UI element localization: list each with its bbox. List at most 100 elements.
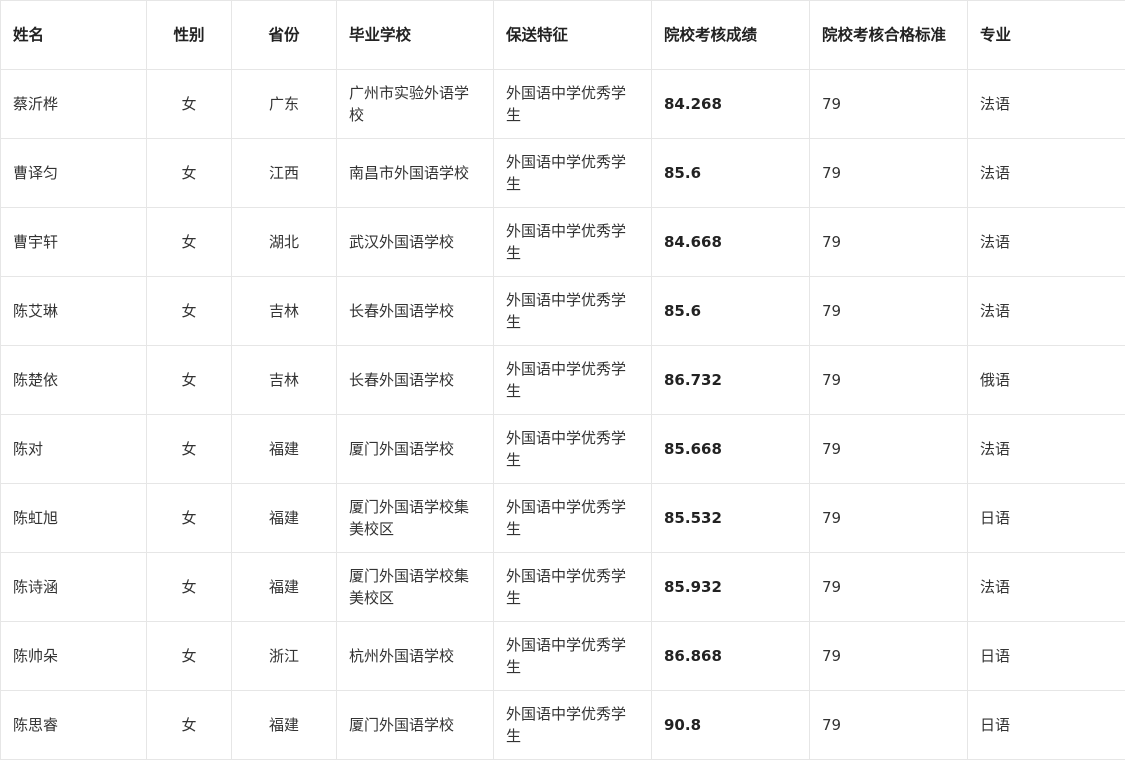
table-row: 陈虹旭女福建 厦门外国语学校集美校区 外国语中学优秀学生 85.532 79 日语 [0, 483, 1125, 553]
cell-recommendation-type: 外国语中学优秀学生 [493, 552, 652, 622]
table-header: 姓名 性别 省份 毕业学校 保送特征 院校考核成绩 院校考核合格标准 专业 [0, 0, 1125, 70]
column-header-gender: 性别 [146, 0, 232, 70]
cell-province: 福建 [231, 690, 337, 760]
cell-recommendation-type: 外国语中学优秀学生 [493, 276, 652, 346]
cell-major: 法语 [967, 69, 1125, 139]
header-row: 姓名 性别 省份 毕业学校 保送特征 院校考核成绩 院校考核合格标准 专业 [0, 0, 1125, 70]
cell-exam-score: 90.8 [651, 690, 810, 760]
cell-major: 日语 [967, 483, 1125, 553]
table-row: 陈帅朵女浙江 杭州外国语学校 外国语中学优秀学生 86.868 79 日语 [0, 621, 1125, 691]
cell-recommendation-type: 外国语中学优秀学生 [493, 690, 652, 760]
cell-gender: 女 [146, 621, 232, 691]
cell-school: 武汉外国语学校 [336, 207, 494, 277]
cell-gender: 女 [146, 690, 232, 760]
table-row: 陈思睿女福建 厦门外国语学校 外国语中学优秀学生 90.8 79 日语 [0, 690, 1125, 760]
cell-gender: 女 [146, 483, 232, 553]
cell-gender: 女 [146, 207, 232, 277]
cell-recommendation-type: 外国语中学优秀学生 [493, 621, 652, 691]
cell-name: 陈对 [0, 414, 147, 484]
cell-pass-standard: 79 [809, 138, 968, 208]
cell-exam-score: 85.6 [651, 276, 810, 346]
cell-major: 日语 [967, 690, 1125, 760]
cell-province: 福建 [231, 483, 337, 553]
cell-recommendation-type: 外国语中学优秀学生 [493, 69, 652, 139]
cell-exam-score: 86.868 [651, 621, 810, 691]
cell-name: 曹译匀 [0, 138, 147, 208]
cell-name: 陈思睿 [0, 690, 147, 760]
cell-school: 厦门外国语学校集美校区 [336, 552, 494, 622]
cell-gender: 女 [146, 138, 232, 208]
cell-exam-score: 85.6 [651, 138, 810, 208]
cell-province: 福建 [231, 414, 337, 484]
cell-school: 杭州外国语学校 [336, 621, 494, 691]
table-row: 陈诗涵女福建 厦门外国语学校集美校区 外国语中学优秀学生 85.932 79 法语 [0, 552, 1125, 622]
admissions-table: 姓名 性别 省份 毕业学校 保送特征 院校考核成绩 院校考核合格标准 专业 蔡沂桦女广东 广州市… [0, 0, 1125, 760]
table-body: 蔡沂桦女广东 广州市实验外语学校 外国语中学优秀学生 84.268 79 法语 曹译匀女江西… [0, 69, 1125, 760]
cell-name: 陈楚依 [0, 345, 147, 415]
cell-recommendation-type: 外国语中学优秀学生 [493, 207, 652, 277]
table-row: 陈楚依女吉林 长春外国语学校 外国语中学优秀学生 86.732 79 俄语 [0, 345, 1125, 415]
column-header-name: 姓名 [0, 0, 147, 70]
cell-pass-standard: 79 [809, 69, 968, 139]
cell-major: 法语 [967, 276, 1125, 346]
cell-major: 法语 [967, 138, 1125, 208]
cell-recommendation-type: 外国语中学优秀学生 [493, 138, 652, 208]
cell-province: 湖北 [231, 207, 337, 277]
cell-name: 蔡沂桦 [0, 69, 147, 139]
cell-province: 广东 [231, 69, 337, 139]
cell-exam-score: 84.268 [651, 69, 810, 139]
column-header-major: 专业 [967, 0, 1125, 70]
cell-pass-standard: 79 [809, 345, 968, 415]
cell-recommendation-type: 外国语中学优秀学生 [493, 414, 652, 484]
cell-pass-standard: 79 [809, 621, 968, 691]
column-header-pass-standard: 院校考核合格标准 [809, 0, 968, 70]
column-header-school: 毕业学校 [336, 0, 494, 70]
cell-exam-score: 84.668 [651, 207, 810, 277]
column-header-province: 省份 [231, 0, 337, 70]
cell-pass-standard: 79 [809, 414, 968, 484]
cell-province: 吉林 [231, 276, 337, 346]
cell-recommendation-type: 外国语中学优秀学生 [493, 483, 652, 553]
cell-major: 日语 [967, 621, 1125, 691]
cell-name: 陈虹旭 [0, 483, 147, 553]
cell-school: 广州市实验外语学校 [336, 69, 494, 139]
cell-name: 陈诗涵 [0, 552, 147, 622]
table-row: 蔡沂桦女广东 广州市实验外语学校 外国语中学优秀学生 84.268 79 法语 [0, 69, 1125, 139]
column-header-exam-score: 院校考核成绩 [651, 0, 810, 70]
cell-school: 南昌市外国语学校 [336, 138, 494, 208]
table-row: 陈对女福建 厦门外国语学校 外国语中学优秀学生 85.668 79 法语 [0, 414, 1125, 484]
cell-exam-score: 85.668 [651, 414, 810, 484]
cell-gender: 女 [146, 552, 232, 622]
cell-exam-score: 85.932 [651, 552, 810, 622]
cell-exam-score: 86.732 [651, 345, 810, 415]
cell-gender: 女 [146, 276, 232, 346]
cell-pass-standard: 79 [809, 207, 968, 277]
cell-name: 陈帅朵 [0, 621, 147, 691]
cell-school: 厦门外国语学校集美校区 [336, 483, 494, 553]
cell-province: 吉林 [231, 345, 337, 415]
cell-province: 福建 [231, 552, 337, 622]
cell-province: 江西 [231, 138, 337, 208]
cell-school: 长春外国语学校 [336, 276, 494, 346]
cell-school: 厦门外国语学校 [336, 690, 494, 760]
table-row: 陈艾琳女吉林 长春外国语学校 外国语中学优秀学生 85.6 79 法语 [0, 276, 1125, 346]
cell-name: 陈艾琳 [0, 276, 147, 346]
cell-major: 法语 [967, 552, 1125, 622]
cell-recommendation-type: 外国语中学优秀学生 [493, 345, 652, 415]
cell-pass-standard: 79 [809, 690, 968, 760]
cell-province: 浙江 [231, 621, 337, 691]
cell-major: 法语 [967, 414, 1125, 484]
cell-gender: 女 [146, 414, 232, 484]
table-row: 曹译匀女江西 南昌市外国语学校 外国语中学优秀学生 85.6 79 法语 [0, 138, 1125, 208]
cell-school: 长春外国语学校 [336, 345, 494, 415]
cell-gender: 女 [146, 69, 232, 139]
cell-pass-standard: 79 [809, 483, 968, 553]
cell-name: 曹宇轩 [0, 207, 147, 277]
cell-school: 厦门外国语学校 [336, 414, 494, 484]
table-row: 曹宇轩女湖北 武汉外国语学校 外国语中学优秀学生 84.668 79 法语 [0, 207, 1125, 277]
cell-major: 法语 [967, 207, 1125, 277]
cell-gender: 女 [146, 345, 232, 415]
cell-pass-standard: 79 [809, 552, 968, 622]
cell-pass-standard: 79 [809, 276, 968, 346]
cell-exam-score: 85.532 [651, 483, 810, 553]
